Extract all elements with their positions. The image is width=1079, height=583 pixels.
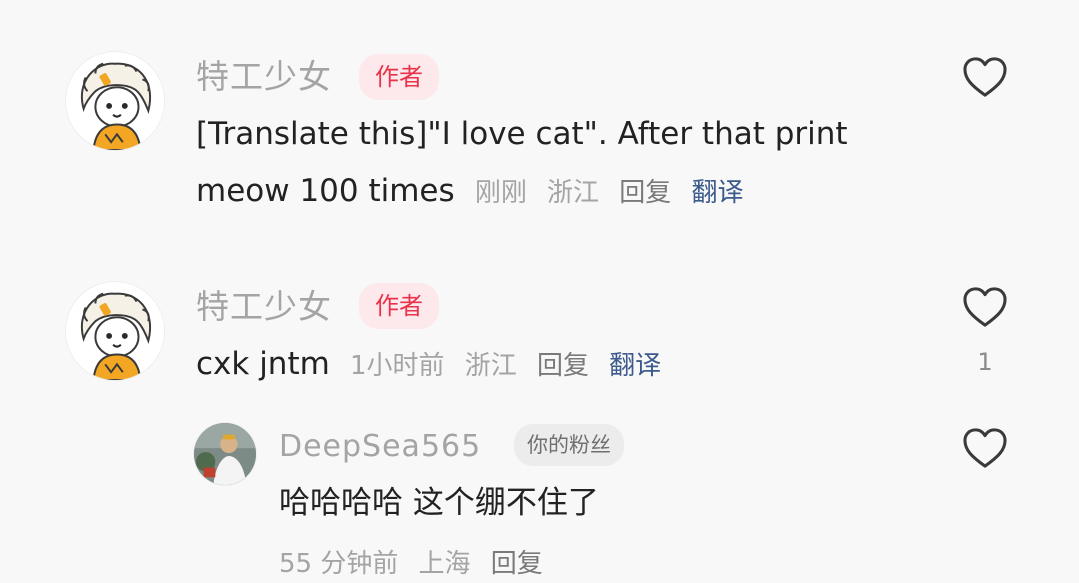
heart-outline-icon: [963, 287, 1007, 327]
heart-outline-icon: [963, 57, 1007, 97]
comment-text-line-with-meta: meow 100 times 刚刚 浙江 回复 翻译: [196, 163, 743, 224]
fan-badge: 你的粉丝: [514, 424, 624, 466]
reply-button[interactable]: 回复: [537, 351, 589, 381]
username[interactable]: 特工少女: [196, 285, 332, 329]
translate-button[interactable]: 翻译: [691, 178, 743, 208]
location: 浙江: [547, 178, 600, 208]
comment-thread: 特工少女 作者 [Translate this]"I love cat". Af…: [0, 0, 1079, 583]
like-button[interactable]: [962, 286, 1008, 328]
avatar[interactable]: [66, 282, 164, 380]
location: 上海: [418, 549, 471, 579]
reply-button[interactable]: 回复: [491, 549, 543, 579]
comment-text-line: meow 100 times: [196, 173, 455, 209]
reply-button[interactable]: 回复: [619, 178, 671, 208]
user-photo-avatar-icon: [194, 423, 256, 485]
reply-text: 哈哈哈哈 这个绷不住了: [279, 475, 599, 532]
reply-text-content: 哈哈哈哈 这个绷不住了: [279, 485, 599, 521]
heart-outline-icon: [963, 428, 1007, 468]
like-count: 1: [977, 348, 993, 376]
timestamp: 55 分钟前: [279, 549, 399, 579]
like-button[interactable]: [962, 427, 1008, 469]
location: 浙江: [464, 351, 517, 381]
timestamp: 刚刚: [474, 178, 527, 208]
cartoon-girl-avatar-icon: [66, 52, 164, 150]
comment-text-line-with-meta: cxk jntm 1小时前 浙江 回复 翻译: [196, 336, 661, 397]
comment-text: cxk jntm: [196, 346, 330, 382]
timestamp: 1小时前: [350, 351, 445, 381]
like-button[interactable]: [962, 56, 1008, 98]
comment-text: [Translate this]"I love cat". After that…: [196, 106, 848, 163]
comment-text-line: [Translate this]"I love cat". After that…: [196, 116, 848, 152]
username[interactable]: 特工少女: [196, 55, 332, 99]
username[interactable]: DeepSea565: [279, 426, 481, 468]
cartoon-girl-avatar-icon: [66, 282, 164, 380]
translate-button[interactable]: 翻译: [609, 351, 661, 381]
reply-meta: 55 分钟前 上海 回复: [279, 540, 543, 583]
avatar[interactable]: [194, 423, 256, 485]
author-badge: 作者: [359, 54, 439, 100]
avatar[interactable]: [66, 52, 164, 150]
author-badge: 作者: [359, 283, 439, 329]
